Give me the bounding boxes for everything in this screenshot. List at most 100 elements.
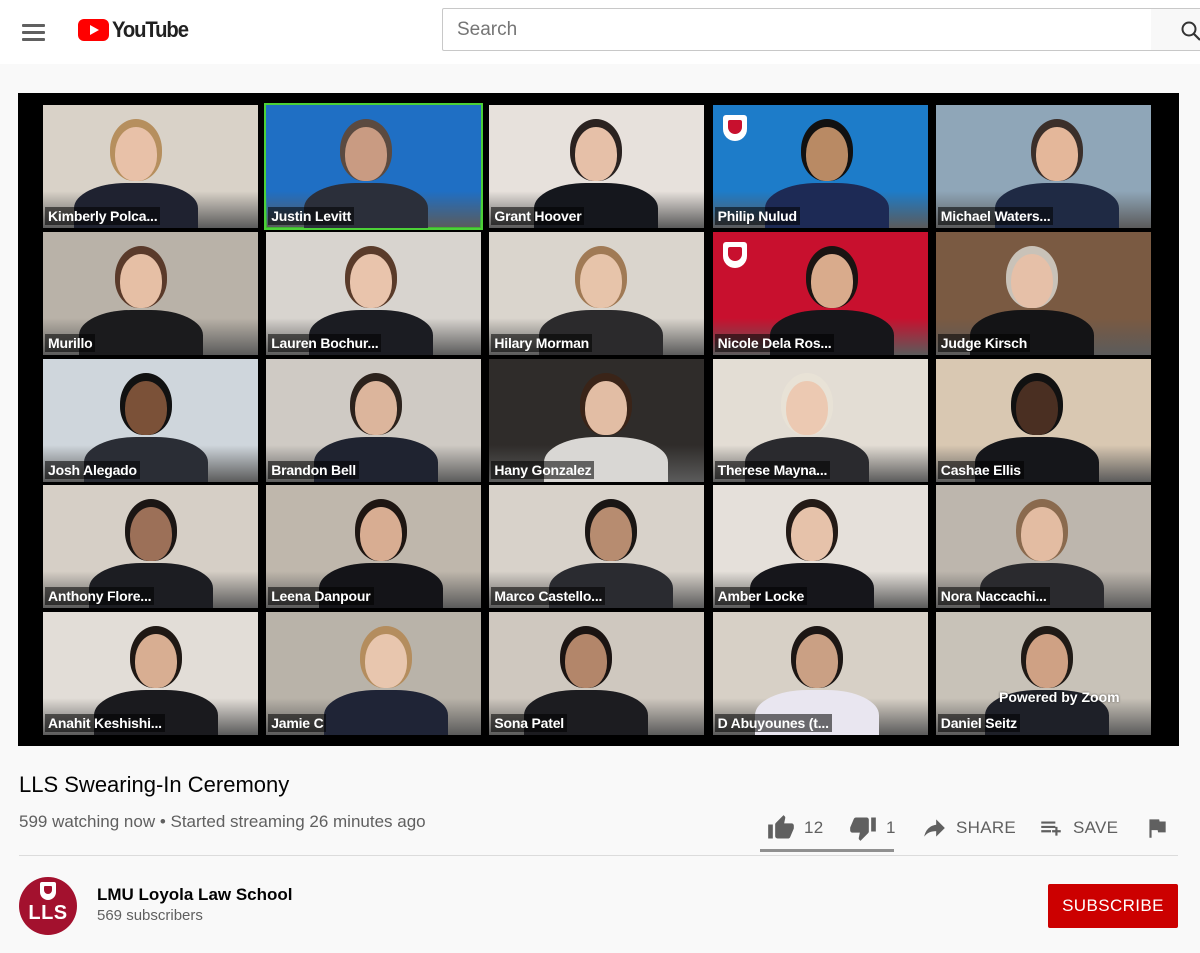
- subscriber-count: 569 subscribers: [97, 907, 203, 924]
- sentiment-like-fill: [760, 849, 884, 852]
- participant-face: [575, 127, 618, 181]
- menu-icon-line: [22, 31, 45, 34]
- participant-tile[interactable]: Justin Levitt: [264, 103, 484, 230]
- participant-face: [795, 634, 838, 688]
- search-input[interactable]: [443, 9, 1151, 50]
- top-bar: YouTube: [0, 0, 1200, 64]
- participant-name: Hilary Morman: [491, 333, 593, 352]
- menu-icon-line: [22, 38, 45, 41]
- share-button[interactable]: SHARE: [920, 808, 1016, 848]
- participant-tile[interactable]: Hany Gonzalez: [489, 358, 705, 482]
- participant-face: [1010, 253, 1053, 308]
- participant-name: Lauren Bochur...: [268, 333, 382, 352]
- participant-name: Justin Levitt: [268, 207, 355, 225]
- participant-name: Cashae Ellis: [937, 460, 1024, 479]
- participant-name: D Abuyounes (t...: [714, 714, 832, 732]
- participant-face: [355, 380, 398, 435]
- like-button[interactable]: 12: [766, 808, 824, 848]
- lls-shield-icon: [40, 882, 56, 900]
- youtube-logo[interactable]: YouTube: [78, 17, 194, 43]
- zoom-gallery: Kimberly Polca... Justin Levitt Grant Hoov…: [43, 103, 1151, 735]
- sentiment-bar: [760, 849, 894, 852]
- participant-face: [1035, 127, 1078, 181]
- participant-name: Michael Waters...: [937, 207, 1054, 225]
- participant-face: [565, 634, 608, 688]
- participant-name: Judge Kirsch: [937, 333, 1031, 352]
- participant-name: Kimberly Polca...: [45, 207, 161, 225]
- participant-face: [360, 507, 403, 562]
- video-actions: 12 1 SHARE SAVE: [760, 808, 1180, 854]
- participant-face: [125, 380, 167, 435]
- video-meta: 599 watching now • Started streaming 26 …: [19, 812, 426, 831]
- participant-tile[interactable]: Grant Hoover: [489, 105, 705, 228]
- participant-face: [580, 253, 623, 308]
- lls-shield-icon: [722, 241, 747, 268]
- participant-face: [130, 507, 172, 562]
- channel-avatar[interactable]: LLS: [19, 877, 77, 935]
- report-button[interactable]: [1144, 808, 1170, 848]
- participant-face: [1020, 507, 1063, 562]
- participant-face: [120, 253, 162, 308]
- participant-tile[interactable]: D Abuyounes (t...: [712, 612, 928, 735]
- participant-face: [1015, 380, 1058, 435]
- participant-tile[interactable]: Sona Patel: [489, 612, 705, 735]
- search-button[interactable]: [1151, 8, 1200, 51]
- flag-icon: [1149, 819, 1166, 838]
- save-label: SAVE: [1073, 818, 1119, 837]
- dislike-button[interactable]: 1: [848, 808, 896, 848]
- participant-name: Daniel Seitz: [937, 714, 1020, 732]
- participant-face: [115, 127, 157, 181]
- participant-tile[interactable]: Therese Mayna...: [712, 358, 928, 482]
- participant-tile[interactable]: Brandon Bell: [266, 358, 482, 482]
- menu-button[interactable]: [16, 14, 52, 50]
- search-box: [442, 8, 1152, 51]
- participant-name: Philip Nulud: [714, 207, 800, 225]
- participant-tile[interactable]: Jamie C: [266, 612, 482, 735]
- playlist-add-icon: [1041, 821, 1061, 836]
- participant-tile[interactable]: Anahit Keshishi...: [43, 612, 258, 735]
- participant-name: Murillo: [45, 333, 96, 352]
- share-label: SHARE: [956, 818, 1017, 837]
- participant-face: [785, 380, 828, 435]
- participant-face: [1025, 634, 1068, 688]
- video-title: LLS Swearing-In Ceremony: [19, 772, 290, 797]
- menu-icon: [22, 24, 45, 27]
- participant-name: Anthony Flore...: [45, 587, 155, 606]
- participant-face: [345, 127, 388, 181]
- participant-tile[interactable]: Josh Alegado: [43, 358, 258, 482]
- participant-tile[interactable]: Nora Naccachi...: [935, 485, 1151, 609]
- participant-tile[interactable]: Cashae Ellis: [935, 358, 1151, 482]
- participant-name: Grant Hoover: [491, 207, 585, 225]
- like-count: 12: [804, 818, 824, 837]
- participant-tile[interactable]: Daniel Seitz: [935, 612, 1151, 735]
- participant-tile[interactable]: Nicole Dela Ros...: [712, 231, 928, 355]
- zoom-watermark: Powered by Zoom: [999, 689, 1120, 705]
- participant-tile[interactable]: Philip Nulud: [712, 105, 928, 228]
- participant-face: [805, 127, 848, 181]
- logo-text: YouTube: [112, 17, 189, 42]
- participant-tile[interactable]: Hilary Morman: [489, 231, 705, 355]
- save-button[interactable]: SAVE: [1037, 808, 1118, 848]
- participant-name: Marco Castello...: [491, 587, 606, 606]
- participant-tile[interactable]: Anthony Flore...: [43, 485, 258, 609]
- participant-tile[interactable]: Kimberly Polca...: [43, 105, 258, 228]
- participant-name: Anahit Keshishi...: [45, 714, 165, 732]
- participant-face: [350, 253, 393, 308]
- participant-tile[interactable]: Michael Waters...: [935, 105, 1151, 228]
- participant-name: Sona Patel: [491, 714, 567, 732]
- participant-name: Nicole Dela Ros...: [714, 333, 835, 352]
- participant-name: Jamie C: [268, 714, 327, 732]
- lls-shield-icon: [722, 115, 747, 141]
- participant-face: [590, 507, 633, 562]
- participant-tile[interactable]: Leena Danpour: [266, 485, 482, 609]
- thumbs-down-icon: [850, 817, 876, 841]
- participant-name: Brandon Bell: [268, 460, 359, 479]
- participant-tile[interactable]: Amber Locke: [712, 485, 928, 609]
- subscribe-button[interactable]: SUBSCRIBE: [1048, 884, 1178, 928]
- participant-tile[interactable]: Marco Castello...: [489, 485, 705, 609]
- participant-tile[interactable]: Murillo: [43, 231, 258, 355]
- participant-tile[interactable]: Judge Kirsch: [935, 231, 1151, 355]
- participant-tile[interactable]: Lauren Bochur...: [266, 231, 482, 355]
- channel-name[interactable]: LMU Loyola Law School: [97, 885, 293, 905]
- participant-name: Amber Locke: [714, 587, 808, 606]
